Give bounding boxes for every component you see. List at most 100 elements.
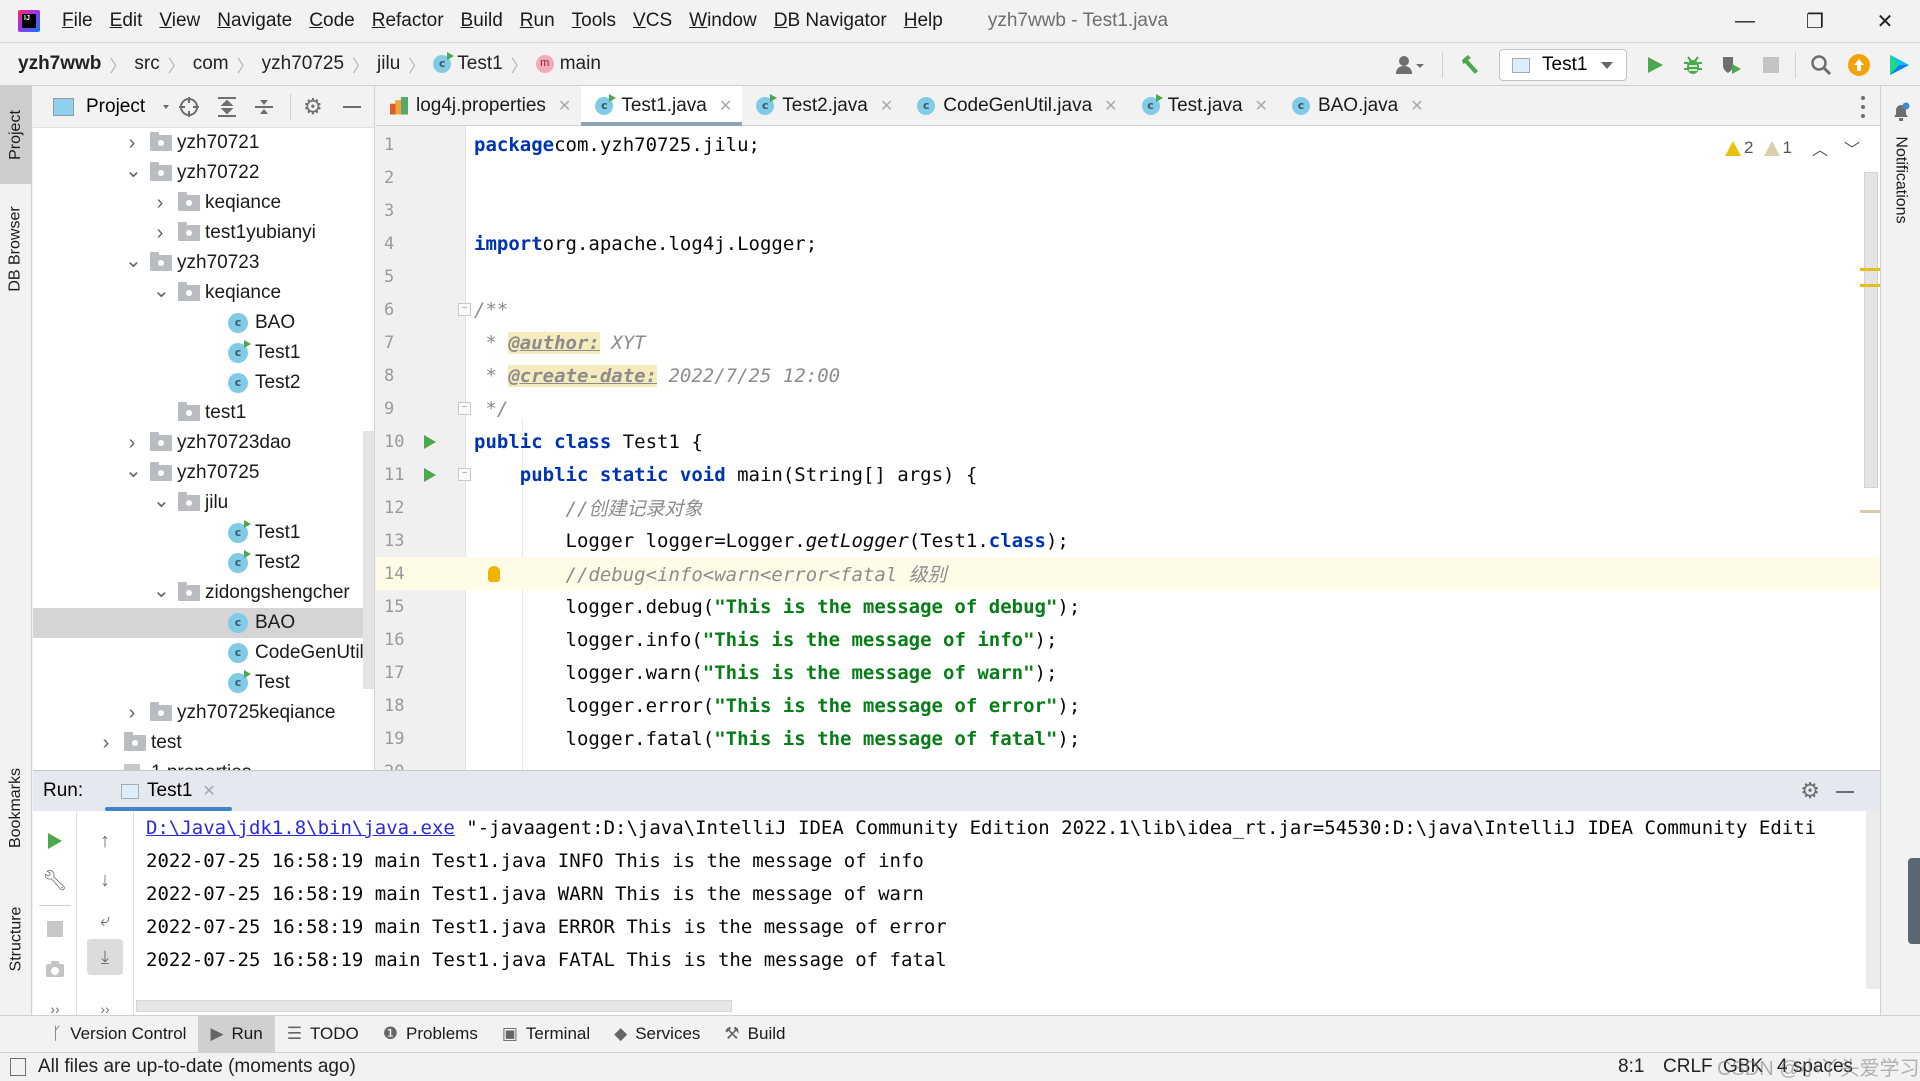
tree-item-bao[interactable]: c BAO (33, 608, 374, 638)
locate-file-icon[interactable] (178, 96, 200, 124)
chevron-right-icon[interactable]: › (153, 192, 167, 215)
tool-window-button-run[interactable]: ▶ Run (198, 1016, 275, 1052)
code-line[interactable]: 19 logger.fatal("This is the message of … (376, 722, 1880, 755)
search-icon[interactable] (1806, 51, 1836, 79)
tree-item-keqiance[interactable]: ⌄ keqiance (33, 278, 374, 308)
tree-item-jilu[interactable]: ⌄ jilu (33, 488, 374, 518)
menu-view[interactable]: View (159, 10, 200, 32)
tree-item-bao[interactable]: c BAO (33, 308, 374, 338)
chevron-down-icon[interactable]: ⌄ (125, 458, 142, 483)
gear-icon[interactable]: ⚙ (303, 94, 323, 120)
tool-tab-db-browser[interactable]: DB Browser (0, 190, 32, 308)
code-line[interactable]: 5 (376, 260, 1880, 293)
editor-tab-test1-java[interactable]: c Test1.java ✕ (581, 86, 743, 126)
fold-marker-icon[interactable]: − (458, 303, 471, 316)
breadcrumb-item-main[interactable]: m main (535, 53, 601, 75)
close-tab-icon[interactable]: ✕ (202, 781, 215, 801)
tree-item-test2[interactable]: c Test2 (33, 368, 374, 398)
update-icon[interactable] (1844, 51, 1874, 79)
editor-tab-test2-java[interactable]: c Test2.java ✕ (742, 86, 903, 125)
project-scrollbar[interactable] (363, 431, 374, 689)
screenshot-camera-icon[interactable] (37, 951, 73, 987)
code-line[interactable]: 18 logger.error("This is the message of … (376, 689, 1880, 722)
menu-help[interactable]: Help (904, 10, 943, 32)
tree-item-test[interactable]: › test (33, 728, 374, 758)
code-line[interactable]: 17 logger.warn("This is the message of w… (376, 656, 1880, 689)
code-line[interactable]: 1 packagecom.yzh70725.jilu; (376, 128, 1880, 161)
code-editor[interactable]: 1 packagecom.yzh70725.jilu; 2 3 4 importorg.a… (376, 126, 1880, 770)
tree-item-test1[interactable]: test1 (33, 398, 374, 428)
console-output[interactable]: D:\Java\jdk1.8\bin\java.exe "-javaagent:… (133, 811, 1880, 1016)
chevron-right-icon[interactable]: › (125, 702, 139, 725)
toolbox-icon[interactable] (1884, 51, 1914, 79)
intention-bulb-icon[interactable] (488, 565, 500, 582)
code-line[interactable]: 15 logger.debug("This is the message of … (376, 590, 1880, 623)
tree-item-yzh70723dao[interactable]: › yzh70723dao (33, 428, 374, 458)
run-gutter-icon[interactable] (424, 467, 436, 482)
code-line[interactable]: 8 * @create-date: 2022/7/25 12:00 (376, 359, 1880, 392)
breadcrumb-item-yzh7wwb[interactable]: yzh7wwb (18, 53, 101, 75)
warning-stripe[interactable] (1860, 284, 1880, 287)
notifications-bell-icon[interactable] (1891, 102, 1911, 127)
code-line[interactable]: 2 (376, 161, 1880, 194)
run-gutter-icon[interactable] (424, 434, 436, 449)
close-tab-icon[interactable]: ✕ (1104, 96, 1117, 116)
code-line[interactable]: 6 /** − (376, 293, 1880, 326)
warning-stripe[interactable] (1860, 268, 1880, 271)
editor-tab-test-java[interactable]: c Test.java ✕ (1128, 86, 1278, 125)
code-line[interactable]: 9 */− (376, 392, 1880, 425)
tree-item-1-properties[interactable]: 1.properties (33, 758, 374, 770)
tree-item-yzh70723[interactable]: ⌄ yzh70723 (33, 248, 374, 278)
expand-all-icon[interactable] (216, 96, 238, 124)
chevron-right-icon[interactable]: › (125, 132, 139, 155)
code-line[interactable]: 4 importorg.apache.log4j.Logger; (376, 227, 1880, 260)
tool-tab-structure[interactable]: Structure (0, 884, 32, 994)
menu-navigate[interactable]: Navigate (217, 10, 292, 32)
java-exe-link[interactable]: D:\Java\jdk1.8\bin\java.exe (146, 817, 455, 839)
console-horizontal-scrollbar[interactable] (136, 1000, 732, 1012)
menu-file[interactable]: File (62, 10, 93, 32)
close-button[interactable]: ✕ (1855, 0, 1915, 43)
coverage-icon[interactable] (1716, 51, 1746, 79)
weak-warning-stripe[interactable] (1860, 510, 1880, 513)
tool-tab-bookmarks[interactable]: Bookmarks (0, 750, 32, 866)
vcs-user-icon[interactable] (1390, 51, 1432, 79)
close-tab-icon[interactable]: ✕ (719, 96, 732, 116)
tree-item-codegenutil[interactable]: c CodeGenUtil (33, 638, 374, 668)
code-line[interactable]: 16 logger.info("This is the message of i… (376, 623, 1880, 656)
build-hammer-icon[interactable] (1455, 51, 1485, 79)
close-tab-icon[interactable]: ✕ (1255, 96, 1268, 116)
tree-item-test2[interactable]: c Test2 (33, 548, 374, 578)
editor-tab-log4j-properties[interactable]: log4j.properties ✕ (376, 86, 581, 125)
run-configuration-selector[interactable]: Test1 (1499, 49, 1627, 81)
tool-tab-project[interactable]: Project (0, 86, 32, 184)
scroll-to-end-icon[interactable]: ⤓ (87, 939, 123, 975)
tree-item-test1yubianyi[interactable]: › test1yubianyi (33, 218, 374, 248)
tool-window-button-services[interactable]: ◆ Services (602, 1016, 712, 1052)
editor-scrollbar[interactable] (1864, 172, 1878, 488)
restore-button[interactable]: ❐ (1785, 0, 1845, 43)
down-arrow-icon[interactable]: ↓ (87, 862, 123, 898)
caret-position[interactable]: 8:1 (1618, 1056, 1644, 1078)
stop-icon[interactable] (1756, 51, 1786, 79)
stop-icon[interactable] (37, 911, 73, 947)
code-line[interactable]: 14 //debug<info<warn<error<fatal 级别 (376, 557, 1880, 590)
chevron-down-icon[interactable]: ⌄ (153, 578, 170, 603)
tool-window-button-version-control[interactable]: ᚴ Version Control (40, 1016, 198, 1052)
warnings-count[interactable]: 2 (1725, 138, 1754, 158)
console-scrollbar[interactable] (1866, 811, 1880, 989)
code-line[interactable]: 7 * @author: XYT (376, 326, 1880, 359)
chevron-right-icon[interactable]: › (99, 732, 113, 755)
tree-item-test[interactable]: c Test (33, 668, 374, 698)
chevron-down-icon[interactable]: ⌄ (153, 278, 170, 303)
previous-highlight-icon[interactable]: ︿ (1812, 136, 1828, 160)
code-line[interactable]: 12 //创建记录对象 (376, 491, 1880, 524)
code-line[interactable]: 13 Logger logger=Logger.getLogger(Test1.… (376, 524, 1880, 557)
chevron-down-icon[interactable]: ⌄ (125, 158, 142, 183)
menu-window[interactable]: Window (689, 10, 757, 32)
weak-warnings-count[interactable]: 1 (1763, 138, 1792, 158)
menu-build[interactable]: Build (461, 10, 503, 32)
tool-tab-notifications[interactable]: Notifications (1885, 126, 1917, 234)
collapse-all-icon[interactable] (253, 96, 275, 124)
toggle-tool-windows-icon[interactable] (10, 1057, 26, 1076)
